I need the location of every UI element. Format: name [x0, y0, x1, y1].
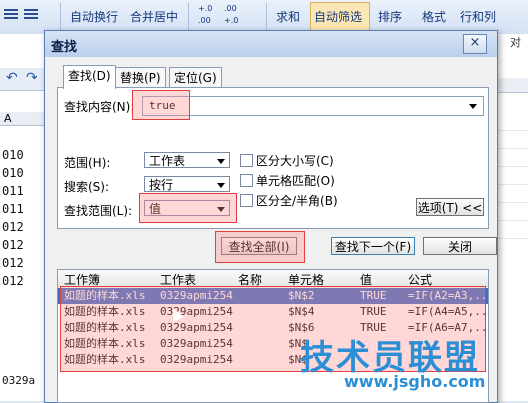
- dialog-titlebar[interactable]: 查找 ×: [45, 31, 497, 57]
- grid-line: [496, 148, 528, 149]
- match-case-label: 区分大小写(C): [256, 154, 334, 168]
- match-case-checkbox[interactable]: [240, 154, 253, 167]
- format-button[interactable]: 格式: [422, 8, 446, 25]
- find-what-value: true: [149, 99, 176, 112]
- redo-icon[interactable]: ↷: [26, 70, 38, 86]
- sheet-cell[interactable]: 012: [2, 256, 24, 270]
- match-cell-label: 单元格匹配(O): [256, 174, 335, 188]
- options-button[interactable]: 选项(T) <<: [416, 198, 484, 216]
- find-what-label: 查找内容(N):: [64, 100, 135, 114]
- grid-line: [496, 238, 528, 239]
- ribbon-hint: 对: [510, 36, 521, 49]
- ribbon-separator: [188, 3, 189, 31]
- sheet-tab-label[interactable]: 0329a: [2, 374, 35, 387]
- decimal-label: .00: [198, 16, 211, 25]
- align-right-icon[interactable]: [4, 9, 18, 21]
- row-workbook: 如题的样本.xls: [64, 321, 146, 334]
- col-workbook[interactable]: 工作簿: [64, 271, 100, 288]
- chevron-down-icon: [217, 159, 225, 164]
- search-label: 搜索(S):: [64, 180, 110, 194]
- grid-line: [496, 130, 528, 131]
- undo-icon[interactable]: ↶: [6, 70, 18, 86]
- rows-columns-button[interactable]: 行和列: [460, 8, 496, 25]
- column-header[interactable]: [496, 78, 528, 93]
- sheet-cell[interactable]: 011: [2, 202, 24, 216]
- col-formula[interactable]: 公式: [408, 271, 432, 288]
- close-icon[interactable]: ×: [463, 34, 487, 54]
- find-all-button[interactable]: 查找全部(I): [221, 237, 297, 255]
- find-panel: 查找内容(N): true 范围(H): 工作表 搜索(S): 按行 查找范围(…: [57, 87, 489, 229]
- row-sheet: 0329apmi254: [160, 321, 233, 334]
- sheet-cell[interactable]: 010: [2, 148, 24, 162]
- row-formula: =IF(A4=A5,...: [408, 305, 489, 318]
- match-cell-checkbox[interactable]: [240, 174, 253, 187]
- find-next-button[interactable]: 查找下一个(F): [331, 237, 415, 255]
- tab-find[interactable]: 查找(D): [63, 65, 116, 89]
- sort-button[interactable]: 排序: [378, 8, 402, 25]
- results-header: 工作簿 工作表 名称 单元格 值 公式: [58, 270, 488, 287]
- spreadsheet-right: 对: [496, 34, 528, 401]
- scope-select[interactable]: 工作表: [144, 152, 230, 168]
- dialog-title: 查找: [51, 40, 78, 55]
- column-header-a[interactable]: A: [0, 112, 44, 126]
- row-cell: $N$4: [288, 305, 315, 318]
- chevron-down-icon[interactable]: [469, 104, 477, 109]
- grid-line: [496, 202, 528, 203]
- match-width-checkbox[interactable]: [240, 194, 253, 207]
- grid-line: [496, 220, 528, 221]
- sheet-cell[interactable]: 012: [2, 220, 24, 234]
- lookin-label: 查找范围(L):: [64, 204, 133, 218]
- sheet-cell[interactable]: 011: [2, 184, 24, 198]
- row-formula: =IF(A2=A3,...: [408, 289, 489, 302]
- increase-decimal-button[interactable]: +.0: [198, 4, 212, 13]
- search-value: 按行: [149, 178, 174, 192]
- scope-label: 范围(H):: [64, 156, 111, 170]
- row-workbook: 如题的样本.xls: [64, 337, 146, 350]
- find-what-input[interactable]: true: [142, 96, 484, 116]
- decimal-label: .00: [224, 4, 237, 13]
- match-width-label: 区分全/半角(B): [256, 194, 338, 208]
- watermark-url: www.jsgho.com: [344, 372, 486, 391]
- sum-button[interactable]: 求和: [276, 8, 300, 25]
- col-value[interactable]: 值: [360, 271, 372, 288]
- sheet-cell[interactable]: 010: [2, 166, 24, 180]
- table-row[interactable]: 如题的样本.xls 0329apmi254 $N$2 TRUE =IF(A2=A…: [58, 288, 488, 304]
- row-cell: $N$2: [288, 289, 315, 302]
- chevron-down-icon: [217, 207, 225, 212]
- col-cell[interactable]: 单元格: [288, 271, 324, 288]
- ribbon-separator: [266, 3, 267, 31]
- scope-value: 工作表: [149, 154, 186, 168]
- col-name[interactable]: 名称: [238, 271, 262, 288]
- justify-icon[interactable]: [24, 9, 38, 21]
- row-sheet: 0329apmi254: [160, 353, 233, 366]
- row-workbook: 如题的样本.xls: [64, 353, 146, 366]
- row-workbook: 如题的样本.xls: [64, 305, 146, 318]
- decrease-decimal-button[interactable]: +.0: [224, 16, 238, 25]
- grid-line: [496, 166, 528, 167]
- lookin-value: 值: [149, 202, 162, 216]
- tab-replace[interactable]: 替换(P): [115, 67, 166, 88]
- sheet-cell[interactable]: 012: [2, 274, 24, 288]
- ribbon-separator: [60, 3, 61, 31]
- col-sheet[interactable]: 工作表: [160, 271, 196, 288]
- row-workbook: 如题的样本.xls: [64, 289, 146, 302]
- wrap-text-button[interactable]: 自动换行: [70, 8, 118, 25]
- tab-goto[interactable]: 定位(G): [169, 67, 222, 88]
- close-button[interactable]: 关闭: [423, 237, 497, 255]
- spreadsheet-left: ↶ ↷ A 010 010 011 011 012 012 012 012 03…: [0, 34, 45, 401]
- row-value: TRUE: [360, 305, 387, 318]
- lookin-select[interactable]: 值: [144, 200, 230, 216]
- sheet-cell[interactable]: 012: [2, 238, 24, 252]
- grid-line: [496, 184, 528, 185]
- search-order-select[interactable]: 按行: [144, 176, 230, 192]
- row-value: TRUE: [360, 289, 387, 302]
- table-row[interactable]: 如题的样本.xls 0329apmi254 $N$4 TRUE =IF(A4=A…: [58, 304, 488, 320]
- chevron-down-icon: [217, 183, 225, 188]
- autofilter-button[interactable]: 自动筛选: [314, 8, 362, 25]
- row-sheet: 0329apmi254: [160, 337, 233, 350]
- merge-center-button[interactable]: 合并居中: [130, 8, 178, 25]
- row-sheet: 0329apmi254: [160, 289, 233, 302]
